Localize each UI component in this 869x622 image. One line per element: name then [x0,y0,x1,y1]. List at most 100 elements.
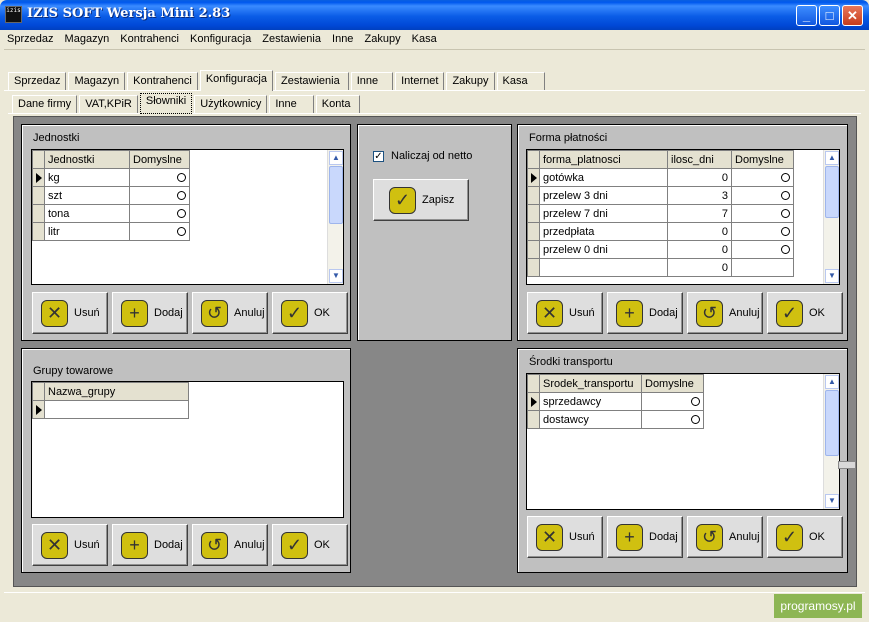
days-cell[interactable]: 0 [667,240,732,259]
column-header[interactable]: Nazwa_grupy [44,382,189,401]
payment-name-cell[interactable] [539,258,668,277]
default-cell[interactable] [129,204,190,223]
add-button[interactable]: + Dodaj [607,292,683,334]
delete-button[interactable]: ✕ Usuń [32,292,108,334]
group-name-cell[interactable] [44,400,189,419]
cancel-button[interactable]: ↺ Anuluj [192,292,268,334]
default-cell[interactable] [129,222,190,241]
add-button[interactable]: + Dodaj [112,292,188,334]
table-row[interactable]: tona [32,204,190,223]
tab-zestawienia[interactable]: Zestawienia [275,72,349,90]
table-row[interactable]: przelew 0 dni 0 [527,240,794,259]
scroll-up-icon[interactable]: ▲ [825,375,839,389]
menu-kontrahenci[interactable]: Kontrahenci [117,30,182,45]
default-cell[interactable] [731,204,794,223]
tab-zakupy[interactable]: Zakupy [446,72,495,90]
menu-kasa[interactable]: Kasa [409,30,440,45]
add-button[interactable]: + Dodaj [607,516,683,558]
days-cell[interactable]: 0 [667,222,732,241]
maximize-button[interactable]: □ [819,5,840,26]
radio-icon[interactable] [177,227,186,237]
column-header[interactable]: Srodek_transportu [539,374,642,393]
default-cell[interactable] [731,240,794,259]
netto-checkbox[interactable]: ✓ [373,151,384,162]
subtab-uzytkownicy[interactable]: Użytkownicy [194,95,268,113]
subtab-dane-firmy[interactable]: Dane firmy [12,95,78,113]
payment-name-cell[interactable]: przedpłata [539,222,668,241]
unit-cell[interactable]: tona [44,204,130,223]
table-row[interactable]: przedpłata 0 [527,222,794,241]
radio-icon[interactable] [781,209,790,219]
table-row[interactable]: przelew 7 dni 7 [527,204,794,223]
column-header[interactable]: forma_platnosci [539,150,668,169]
close-button[interactable]: ✕ [842,5,863,26]
vertical-scrollbar[interactable]: ▲ ▼ [327,150,343,284]
column-header[interactable]: ilosc_dni [667,150,732,169]
vertical-scrollbar[interactable]: ▲ ▼ [823,374,839,509]
tab-konfiguracja[interactable]: Konfiguracja [199,70,273,91]
subtab-konta[interactable]: Konta [315,95,360,113]
table-row[interactable]: 0 [527,258,794,277]
menu-magazyn[interactable]: Magazyn [62,30,113,45]
table-row[interactable]: dostawcy [527,410,704,429]
days-cell[interactable]: 7 [667,204,732,223]
menu-konfiguracja[interactable]: Konfiguracja [187,30,254,45]
default-cell[interactable] [129,186,190,205]
forma-platnosci-grid[interactable]: forma_platnosci ilosc_dni Domyslne gotów… [526,149,840,285]
radio-icon[interactable] [177,191,186,201]
delete-button[interactable]: ✕ Usuń [32,524,108,566]
default-cell[interactable] [731,258,794,277]
unit-cell[interactable]: kg [44,168,130,187]
ok-button[interactable]: ✓ OK [767,292,843,334]
cancel-button[interactable]: ↺ Anuluj [687,292,763,334]
transport-grid[interactable]: Srodek_transportu Domyslne sprzedawcy do… [526,373,840,510]
tab-kasa[interactable]: Kasa [496,72,545,90]
delete-button[interactable]: ✕ Usuń [527,516,603,558]
add-button[interactable]: + Dodaj [112,524,188,566]
payment-name-cell[interactable]: gotówka [539,168,668,187]
subtab-slowniki[interactable]: Słowniki [139,93,193,114]
netto-checkbox-label[interactable]: Naliczaj od netto [391,150,472,162]
menu-inne[interactable]: Inne [329,30,356,45]
ok-button[interactable]: ✓ OK [272,524,348,566]
cancel-button[interactable]: ↺ Anuluj [192,524,268,566]
radio-icon[interactable] [781,173,790,183]
payment-name-cell[interactable]: przelew 0 dni [539,240,668,259]
tab-magazyn[interactable]: Magazyn [68,72,126,90]
column-header[interactable]: Domyslne [129,150,190,169]
save-button[interactable]: ✓ Zapisz [373,179,469,221]
vertical-scrollbar[interactable]: ▲ ▼ [823,150,839,284]
table-row[interactable]: gotówka 0 [527,168,794,187]
table-row[interactable]: litr [32,222,190,241]
scroll-down-icon[interactable]: ▼ [825,269,839,283]
scroll-thumb[interactable] [825,390,839,456]
cancel-button[interactable]: ↺ Anuluj [687,516,763,558]
default-cell[interactable] [731,186,794,205]
app-icon[interactable]: izis [5,6,22,23]
grupy-grid[interactable]: Nazwa_grupy [31,381,344,518]
tab-kontrahenci[interactable]: Kontrahenci [127,72,198,90]
scroll-up-icon[interactable]: ▲ [825,151,839,165]
radio-icon[interactable] [691,415,700,425]
menu-zakupy[interactable]: Zakupy [362,30,404,45]
tab-internet[interactable]: Internet [395,72,445,90]
column-header[interactable]: Jednostki [44,150,130,169]
radio-icon[interactable] [781,227,790,237]
table-row[interactable]: sprzedawcy [527,392,704,411]
jednostki-grid[interactable]: Jednostki Domyslne kg szt tona litr ▲ ▼ [31,149,344,285]
splitter-handle[interactable] [838,461,856,469]
default-cell[interactable] [731,222,794,241]
default-cell[interactable] [641,392,704,411]
table-row[interactable]: przelew 3 dni 3 [527,186,794,205]
transport-cell[interactable]: sprzedawcy [539,392,642,411]
radio-icon[interactable] [691,397,700,407]
default-cell[interactable] [129,168,190,187]
days-cell[interactable]: 0 [667,258,732,277]
radio-icon[interactable] [177,209,186,219]
default-cell[interactable] [731,168,794,187]
scroll-up-icon[interactable]: ▲ [329,151,343,165]
table-row[interactable] [32,400,189,419]
subtab-vat-kpir[interactable]: VAT,KPiR [79,95,138,113]
days-cell[interactable]: 3 [667,186,732,205]
scroll-down-icon[interactable]: ▼ [825,494,839,508]
